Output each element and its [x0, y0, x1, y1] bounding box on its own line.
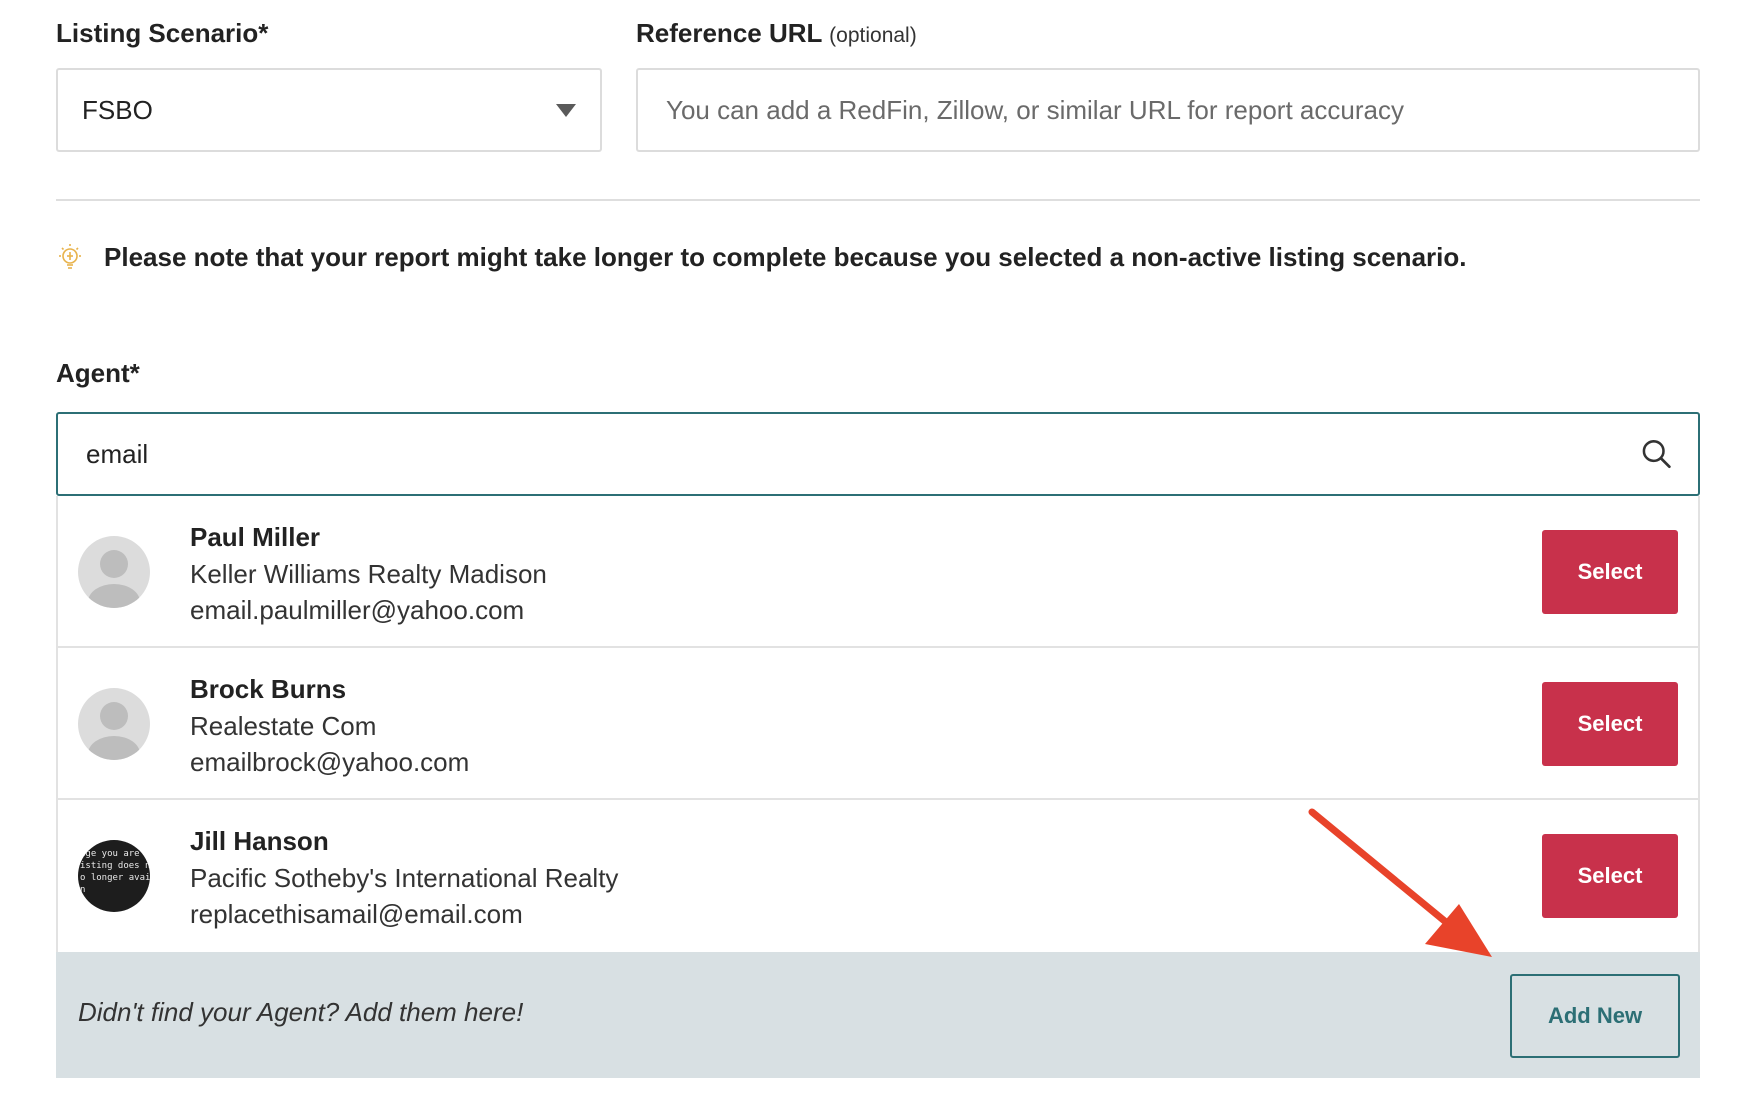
agent-name: Jill Hanson — [190, 826, 329, 856]
agent-label: Agent* — [56, 358, 140, 388]
add-new-agent-button[interactable]: Add New — [1510, 974, 1680, 1058]
select-agent-button[interactable]: Select — [1542, 530, 1678, 614]
agent-email: email.paulmiller@yahoo.com — [190, 595, 525, 625]
agent-result-row: Brock Burns Realestate Com emailbrock@ya… — [58, 648, 1698, 800]
agent-result-row: age you are isting does no o longer avai… — [58, 800, 1698, 952]
chevron-down-icon[interactable] — [556, 103, 576, 117]
select-agent-button[interactable]: Select — [1542, 834, 1678, 918]
avatar — [78, 688, 150, 760]
agent-company: Keller Williams Realty Madison — [190, 559, 547, 589]
notice-text: Please note that your report might take … — [104, 242, 1467, 272]
listing-scenario-select[interactable]: FSBO — [56, 68, 602, 152]
listing-scenario-label: Listing Scenario* — [56, 18, 269, 48]
agent-search-input[interactable] — [84, 437, 1641, 471]
listing-scenario-value: FSBO — [82, 94, 153, 125]
reference-url-label: Reference URL (optional) — [636, 18, 917, 48]
agent-email: emailbrock@yahoo.com — [190, 747, 470, 777]
select-agent-button[interactable]: Select — [1542, 682, 1678, 766]
add-agent-prompt: Didn't find your Agent? Add them here! — [78, 997, 524, 1027]
notice: Please note that your report might take … — [56, 242, 1466, 273]
lightbulb-icon — [59, 243, 81, 269]
optional-hint: (optional) — [829, 24, 917, 47]
agent-result-row: Paul Miller Keller Williams Realty Madis… — [58, 496, 1698, 648]
reference-url-input[interactable] — [664, 93, 1672, 127]
agent-search-field[interactable] — [56, 412, 1700, 496]
agent-name: Paul Miller — [190, 522, 321, 552]
agent-email: replacethisamail@email.com — [190, 899, 523, 929]
agent-company: Realestate Com — [190, 711, 377, 741]
avatar — [78, 536, 150, 608]
search-icon[interactable] — [1641, 438, 1672, 470]
agent-results-list: Paul Miller Keller Williams Realty Madis… — [56, 496, 1700, 952]
avatar: age you are isting does no o longer avai… — [78, 840, 150, 912]
section-divider — [56, 199, 1700, 201]
agent-company: Pacific Sotheby's International Realty — [190, 863, 619, 893]
agent-name: Brock Burns — [190, 674, 347, 704]
reference-url-field[interactable] — [636, 68, 1700, 152]
add-agent-footer: Didn't find your Agent? Add them here! A… — [56, 952, 1700, 1078]
